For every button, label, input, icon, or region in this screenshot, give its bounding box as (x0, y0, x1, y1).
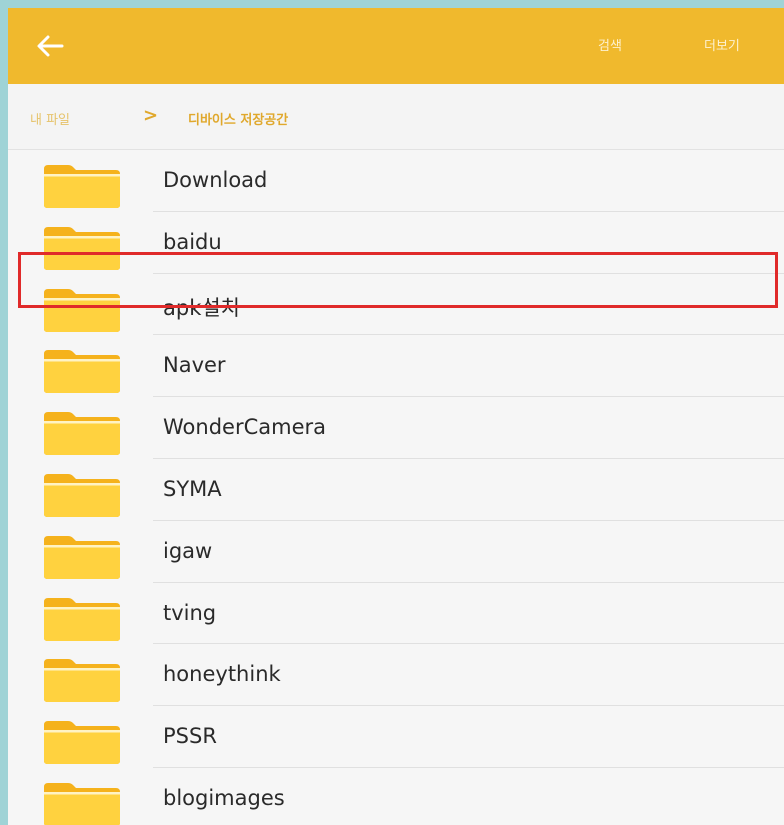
folder-icon (44, 535, 120, 579)
folder-name: baidu (163, 229, 222, 254)
folder-icon (44, 659, 120, 703)
folder-row-honeythink[interactable]: honeythink (8, 644, 784, 706)
folder-name: SYMA (163, 476, 222, 501)
folder-row-syma[interactable]: SYMA (8, 459, 784, 521)
app-bar: 검색 더보기 (8, 8, 784, 84)
folder-row-naver[interactable]: Naver (8, 335, 784, 397)
folder-icon (44, 288, 120, 332)
folder-name: honeythink (163, 662, 281, 687)
folder-name: apk설치 (163, 295, 240, 320)
back-button[interactable] (30, 28, 70, 64)
file-manager-screen: 검색 더보기 내 파일 > 디바이스 저장공간 Download baidu a… (8, 8, 784, 825)
folder-row-download[interactable]: Download (8, 150, 784, 212)
breadcrumb-root[interactable]: 내 파일 (30, 109, 70, 128)
folder-row-blogimages[interactable]: blogimages (8, 768, 784, 825)
folder-icon (44, 165, 120, 208)
folder-name: Naver (163, 353, 226, 378)
folder-name: tving (163, 600, 217, 625)
breadcrumb: 내 파일 > 디바이스 저장공간 (8, 84, 784, 150)
folder-icon (44, 412, 120, 456)
more-button[interactable]: 더보기 (704, 35, 740, 54)
folder-icon (44, 782, 120, 825)
folder-row-wondercamera[interactable]: WonderCamera (8, 397, 784, 459)
folder-icon (44, 597, 120, 641)
folder-icon (44, 473, 120, 517)
folder-row-pssr[interactable]: PSSR (8, 706, 784, 768)
folder-row-baidu[interactable]: baidu (8, 212, 784, 274)
folder-row-apk설치[interactable]: apk설치 (8, 274, 784, 336)
folder-row-igaw[interactable]: igaw (8, 521, 784, 583)
folder-name: PSSR (163, 724, 217, 749)
folder-name: igaw (163, 538, 213, 563)
back-arrow-icon (37, 35, 64, 57)
folder-name: Download (163, 168, 268, 192)
breadcrumb-current: 디바이스 저장공간 (188, 113, 289, 128)
breadcrumb-separator: > (143, 105, 159, 126)
folder-icon (44, 721, 120, 765)
folder-list: Download baidu apk설치 Naver WonderCamera (8, 150, 784, 825)
folder-icon (44, 350, 120, 394)
folder-name: blogimages (163, 785, 285, 810)
search-button[interactable]: 검색 (598, 35, 622, 54)
folder-icon (44, 226, 120, 270)
folder-name: WonderCamera (163, 415, 326, 440)
folder-row-tving[interactable]: tving (8, 583, 784, 645)
